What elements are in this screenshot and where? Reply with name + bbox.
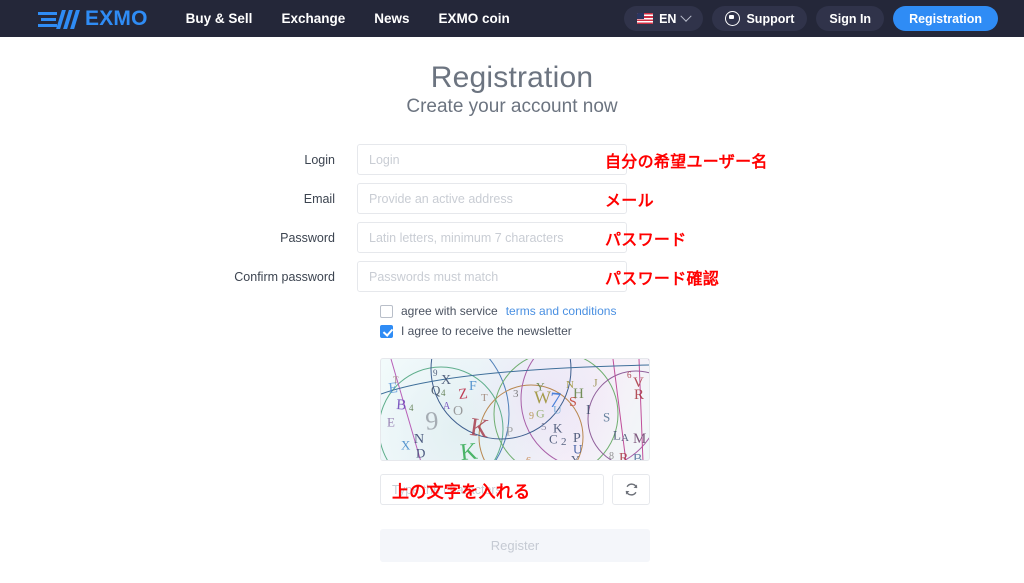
terms-label: agree with service: [401, 304, 498, 318]
password-label: Password: [280, 230, 335, 245]
agreement-checkboxes: agree with service terms and conditions …: [0, 301, 1024, 341]
form-row-confirm-password: Confirm password Passwords must match パス…: [0, 261, 1024, 292]
svg-text:9: 9: [529, 411, 534, 422]
svg-text:D: D: [416, 445, 425, 460]
svg-text:T: T: [393, 375, 399, 385]
svg-text:8: 8: [609, 451, 614, 461]
svg-text:6: 6: [627, 370, 632, 380]
svg-text:K: K: [459, 438, 480, 461]
page-title: Registration: [430, 61, 594, 94]
svg-text:E: E: [387, 414, 395, 429]
captcha-section: EBEXNDQ9OZFKKTP39GYW7U5KC2PNHSIUYJSLAVRM…: [0, 358, 1024, 505]
registration-page: Registration Create your account now Log…: [0, 37, 1024, 583]
email-label: Email: [303, 191, 335, 206]
svg-text:R: R: [619, 451, 629, 461]
svg-text:6: 6: [526, 456, 531, 461]
terms-checkbox[interactable]: [380, 304, 393, 318]
captcha-input-row: Type the characters 上の文字を入れる: [380, 474, 1024, 505]
svg-text:X: X: [441, 373, 451, 388]
svg-text:9: 9: [433, 368, 438, 378]
chevron-down-icon: [680, 10, 693, 22]
svg-text:L: L: [613, 427, 621, 442]
confirm-password-input[interactable]: Passwords must match: [357, 261, 627, 292]
main-nav: Buy & Sell Exchange News EXMO coin: [186, 11, 510, 26]
email-input[interactable]: Provide an active address: [357, 183, 627, 214]
registration-button[interactable]: Registration: [893, 6, 998, 31]
svg-text:S: S: [603, 409, 610, 424]
annotation-email: メール: [605, 192, 654, 210]
form-row-email: Email Provide an active address メール: [0, 183, 1024, 214]
svg-text:3: 3: [513, 388, 519, 400]
registration-form: Login Login 自分の希望ユーザー名 Email Provide an …: [0, 144, 1024, 562]
captcha-characters: EBEX NDQ9 OZ FKKTP39 GYW7U5 KC 2 PNHSIUYJSL AVRM…: [387, 368, 646, 461]
svg-text:O: O: [453, 404, 463, 419]
svg-text:I: I: [586, 403, 591, 418]
captcha-image: EBEXNDQ9OZFKKTP39GYW7U5KC2PNHSIUYJSLAVRM…: [380, 358, 650, 461]
svg-text:2: 2: [561, 436, 567, 448]
sign-in-button[interactable]: Sign In: [816, 6, 885, 31]
site-header: EXMO Buy & Sell Exchange News EXMO coin …: [0, 0, 1024, 37]
svg-text:A: A: [621, 432, 629, 444]
register-submit-button[interactable]: Register: [380, 529, 650, 562]
svg-text:P: P: [506, 423, 513, 438]
nav-item-exmo-coin[interactable]: EXMO coin: [439, 11, 510, 26]
svg-text:Z: Z: [458, 386, 469, 403]
svg-text:S: S: [569, 395, 577, 410]
svg-text:F: F: [469, 379, 477, 394]
terms-checkbox-row[interactable]: agree with service terms and conditions: [380, 301, 1024, 321]
svg-text:G: G: [536, 407, 545, 421]
support-icon: [725, 11, 741, 26]
language-label: EN: [659, 11, 677, 26]
nav-item-exchange[interactable]: Exchange: [281, 11, 345, 26]
svg-text:Q: Q: [431, 382, 441, 397]
svg-text:X: X: [401, 437, 411, 452]
svg-text:M: M: [633, 431, 646, 447]
exmo-logo[interactable]: EXMO: [38, 7, 148, 31]
annotation-confirm-password: パスワード確認: [605, 270, 720, 288]
form-row-login: Login Login 自分の希望ユーザー名: [0, 144, 1024, 175]
svg-text:C: C: [549, 431, 558, 446]
form-row-password: Password Latin letters, minimum 7 charac…: [0, 222, 1024, 253]
svg-text:5: 5: [541, 421, 547, 433]
svg-text:4: 4: [441, 388, 446, 398]
svg-text:J: J: [593, 376, 598, 390]
exmo-logo-text: EXMO: [85, 6, 148, 30]
svg-text:A: A: [443, 401, 451, 412]
login-input[interactable]: Login: [357, 144, 627, 175]
us-flag-icon: [637, 13, 654, 24]
svg-text:R: R: [634, 387, 644, 403]
svg-text:Y: Y: [571, 453, 580, 461]
terms-and-conditions-link[interactable]: terms and conditions: [506, 304, 617, 318]
header-actions: EN Support Sign In Registration: [624, 6, 1008, 31]
login-label: Login: [304, 152, 335, 167]
password-input[interactable]: Latin letters, minimum 7 characters: [357, 222, 627, 253]
nav-item-news[interactable]: News: [374, 11, 409, 26]
svg-text:T: T: [481, 392, 488, 404]
newsletter-checkbox[interactable]: [380, 324, 393, 338]
nav-item-buy-sell[interactable]: Buy & Sell: [186, 11, 253, 26]
svg-text:U: U: [553, 403, 562, 417]
newsletter-label: I agree to receive the newsletter: [401, 324, 572, 338]
annotation-login: 自分の希望ユーザー名: [605, 153, 768, 171]
svg-text:4: 4: [409, 403, 414, 413]
support-label: Support: [746, 11, 795, 26]
svg-text:B: B: [396, 397, 407, 414]
newsletter-checkbox-row[interactable]: I agree to receive the newsletter: [380, 321, 1024, 341]
exmo-logo-icon: [38, 9, 80, 29]
annotation-captcha: 上の文字を入れる: [392, 482, 531, 501]
svg-text:9: 9: [424, 406, 439, 436]
svg-text:B: B: [633, 452, 642, 461]
language-selector[interactable]: EN: [624, 6, 704, 31]
annotation-password: パスワード: [605, 231, 687, 249]
confirm-password-label: Confirm password: [234, 269, 335, 284]
page-subtitle: Create your account now: [406, 96, 618, 117]
captcha-refresh-button[interactable]: [612, 474, 650, 505]
support-button[interactable]: Support: [712, 6, 808, 31]
refresh-icon: [625, 483, 637, 496]
